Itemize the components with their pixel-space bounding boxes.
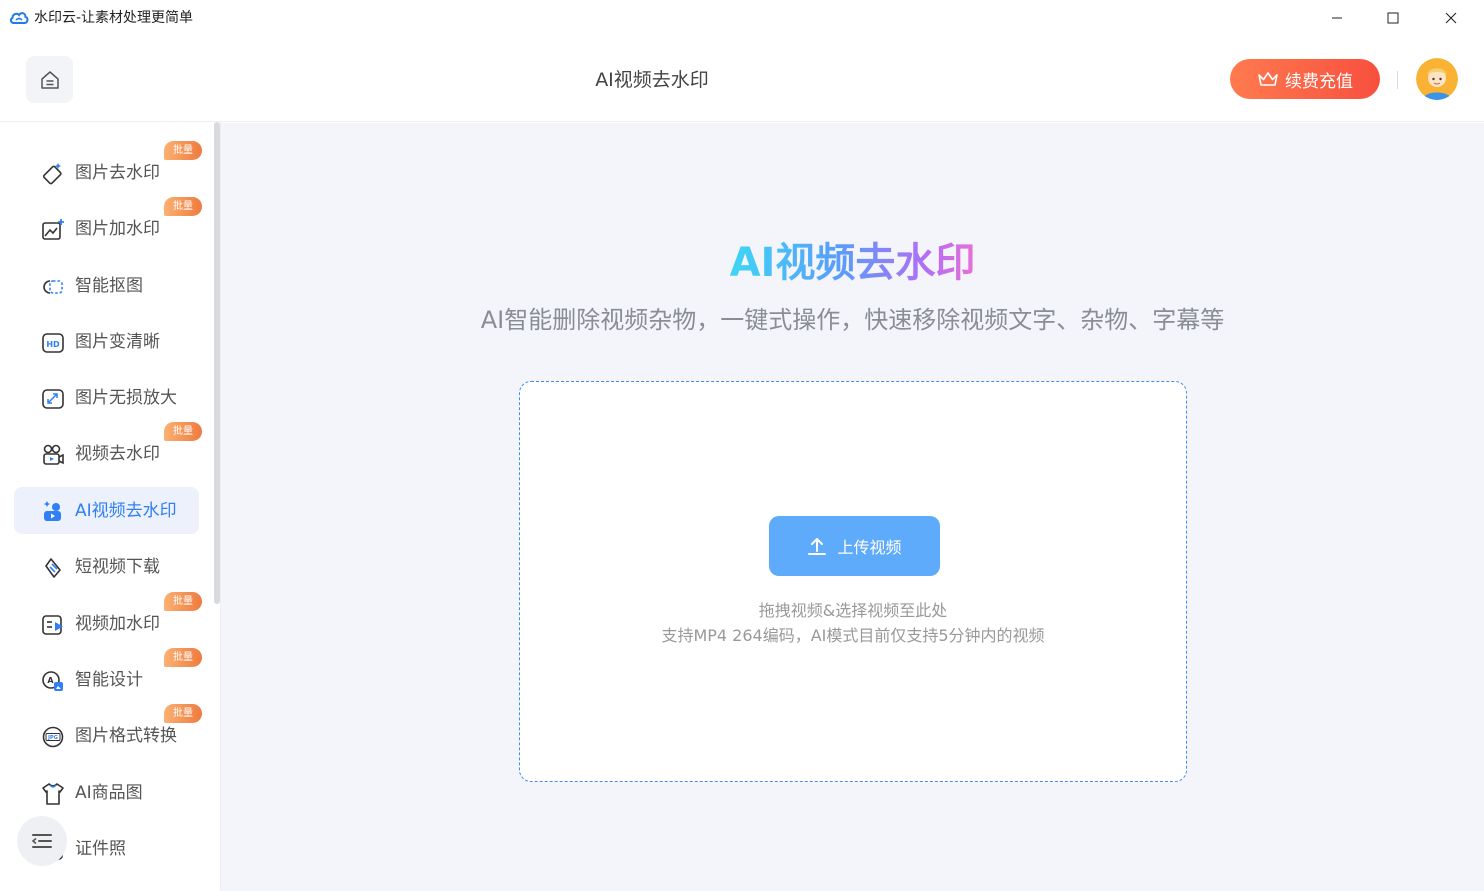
avatar[interactable] xyxy=(1416,58,1458,100)
ai-video-icon xyxy=(44,501,61,521)
svg-text:JPG: JPG xyxy=(47,735,58,741)
batch-badge: 批量 xyxy=(164,197,202,216)
user-avatar-icon xyxy=(1416,58,1458,100)
sidebar-item-ai-product-image[interactable]: AI商品图 xyxy=(14,769,199,816)
title-bar: 水印云-让素材处理更简单 xyxy=(0,0,1484,38)
crown-icon xyxy=(1258,72,1278,86)
minimize-icon xyxy=(1332,17,1342,19)
cutout-icon xyxy=(43,280,63,294)
video-eraser-icon xyxy=(43,444,64,465)
main-panel: AI视频去水印 AI智能删除视频杂物，一键式操作，快速移除视频文字、杂物、字幕等… xyxy=(221,123,1484,891)
video-drop-zone[interactable]: 上传视频 拖拽视频&选择视频至此处 支持MP4 264编码，AI模式目前仅支持5… xyxy=(519,381,1187,782)
hero-title: AI视频去水印 xyxy=(729,240,976,286)
batch-badge: 批量 xyxy=(164,422,202,441)
batch-badge: 批量 xyxy=(164,592,202,611)
sidebar-item-video-watermark-add[interactable]: 视频加水印 批量 xyxy=(14,592,202,647)
sidebar-item-lossless-enlarge[interactable]: 图片无损放大 xyxy=(14,374,199,421)
renew-label: 续费充值 xyxy=(1285,71,1353,92)
header: AI视频去水印 续费充值 xyxy=(0,38,1484,122)
sidebar-item-image-watermark-remove[interactable]: 图片去水印 批量 xyxy=(14,141,202,196)
close-icon xyxy=(1445,12,1457,24)
renew-button[interactable]: 续费充值 xyxy=(1230,59,1380,99)
header-divider xyxy=(1397,71,1398,89)
video-add-icon xyxy=(42,615,63,635)
maximize-icon xyxy=(1387,12,1399,24)
sidebar-item-smart-cutout[interactable]: 智能抠图 xyxy=(14,262,199,309)
sidebar-item-image-enhance[interactable]: HD 图片变清晰 xyxy=(14,318,199,365)
hd-icon: HD xyxy=(42,333,64,353)
drop-hint: 拖拽视频&选择视频至此处 xyxy=(758,601,948,620)
sidebar-scrollbar[interactable] xyxy=(214,122,220,604)
sidebar-item-smart-design[interactable]: A 智能设计 批量 xyxy=(14,648,202,703)
design-icon: A xyxy=(42,671,63,691)
jpg-convert-icon: JPG xyxy=(42,726,64,748)
close-button[interactable] xyxy=(1428,0,1474,36)
svg-text:HD: HD xyxy=(46,340,60,349)
window-title: 水印云-让素材处理更简单 xyxy=(34,10,194,26)
enlarge-icon xyxy=(42,389,64,409)
batch-badge: 批量 xyxy=(164,704,202,723)
upload-video-label: 上传视频 xyxy=(837,538,902,557)
batch-badge: 批量 xyxy=(164,141,202,160)
svg-text:A: A xyxy=(47,676,54,685)
sidebar-item-short-video-download[interactable]: 短视频下载 xyxy=(14,543,199,590)
menu-collapse-icon xyxy=(31,834,52,848)
hero-subtitle: AI智能删除视频杂物，一键式操作，快速移除视频文字、杂物、字幕等 xyxy=(480,306,1225,334)
batch-badge: 批量 xyxy=(164,648,202,667)
minimize-button[interactable] xyxy=(1314,0,1360,36)
page-title: AI视频去水印 xyxy=(595,69,709,91)
image-add-icon xyxy=(42,219,64,240)
maximize-button[interactable] xyxy=(1370,0,1416,36)
cloud-logo-icon xyxy=(9,12,29,24)
sidebar-item-video-watermark-remove[interactable]: 视频去水印 批量 xyxy=(14,422,202,477)
sidebar-item-image-watermark-add[interactable]: 图片加水印 批量 xyxy=(14,197,202,252)
format-hint: 支持MP4 264编码，AI模式目前仅支持5分钟内的视频 xyxy=(661,626,1045,645)
collapse-menu-button[interactable] xyxy=(17,816,67,866)
sidebar-item-ai-video-watermark-remove[interactable]: AI视频去水印 xyxy=(14,487,199,534)
shirt-icon xyxy=(42,783,64,805)
upload-icon xyxy=(808,538,827,555)
upload-video-button[interactable]: 上传视频 xyxy=(769,516,940,576)
eraser-icon xyxy=(42,163,62,185)
link-download-icon xyxy=(45,558,61,578)
sidebar-item-image-format-convert[interactable]: JPG 图片格式转换 批量 xyxy=(14,704,202,759)
sidebar: 图片去水印 批量 图片加水印 批量 智能抠图 HD 图片变清晰 图片无损放大 视… xyxy=(0,122,221,891)
